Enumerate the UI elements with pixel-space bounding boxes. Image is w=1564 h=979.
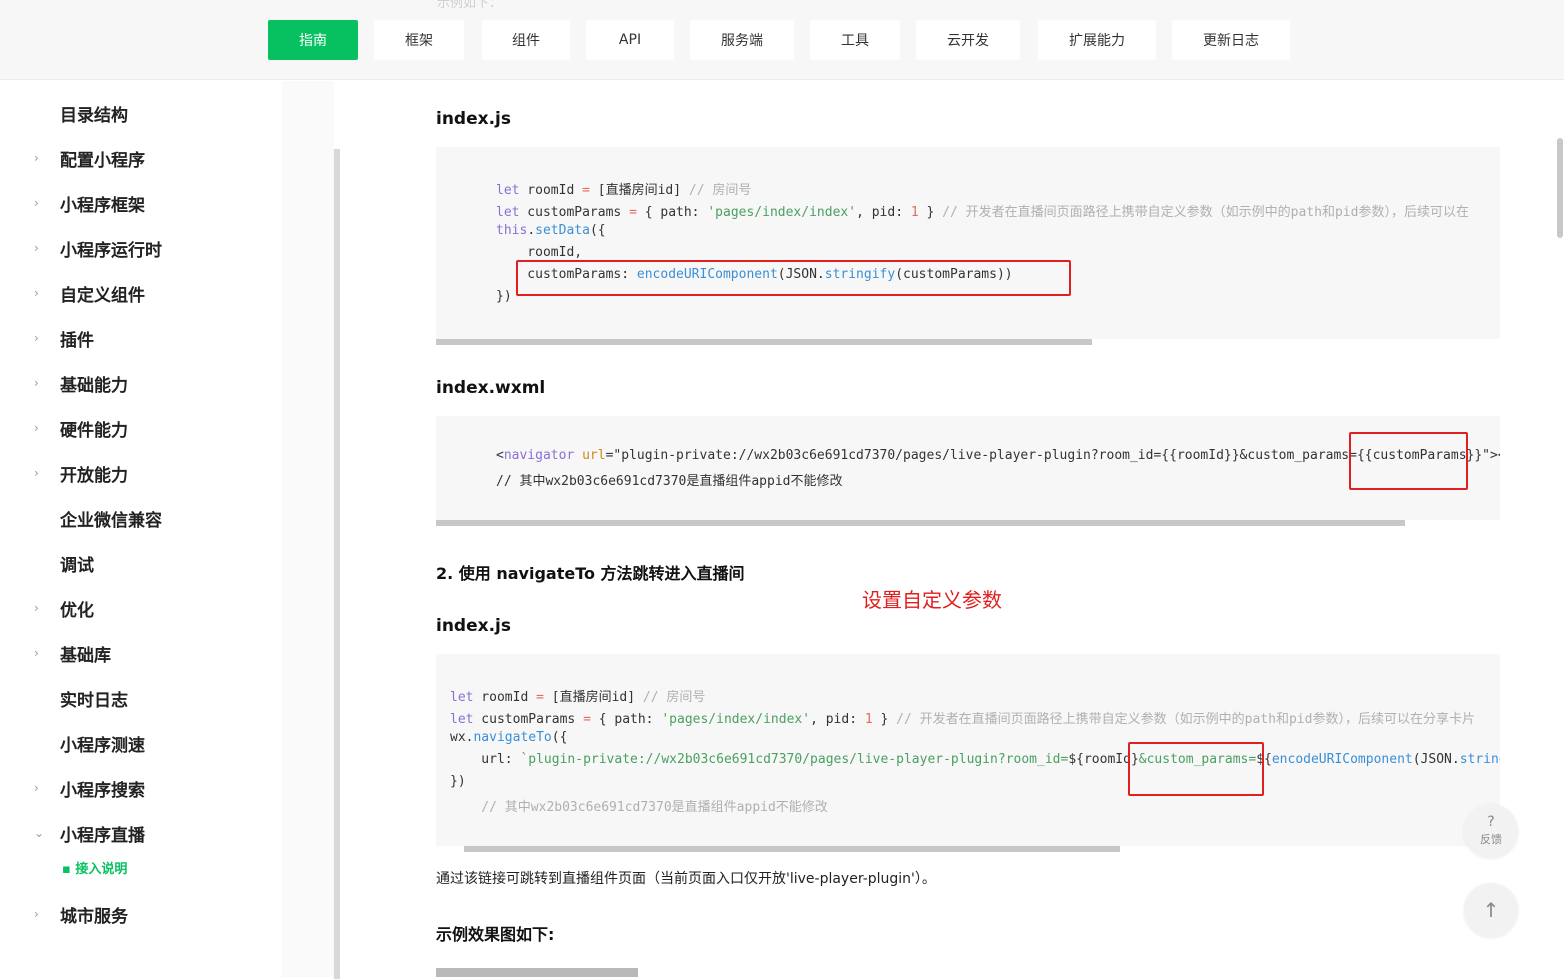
chevron-down-icon: ⌄	[34, 826, 45, 840]
chevron-right-icon: ›	[34, 376, 39, 390]
sidebar-item-label: 企业微信兼容	[60, 510, 162, 531]
annotation-text: 设置自定义参数	[862, 588, 1002, 612]
code-scrollbar-1[interactable]	[436, 339, 1092, 345]
code-line: let roomId = [直播房间id] // 房间号	[496, 183, 752, 198]
code-block-wxml: <navigator url="plugin-private://wx2b03c…	[436, 416, 1500, 520]
page-scrollbar[interactable]	[1557, 138, 1563, 238]
highlight-box	[1349, 432, 1468, 490]
tab-cloud[interactable]: 云开发	[916, 20, 1020, 60]
highlight-box	[1128, 742, 1264, 796]
sidebar-item-label: 小程序运行时	[60, 240, 162, 261]
sidebar-item-hardware[interactable]: › 硬件能力	[0, 413, 282, 443]
ghost-text: 示例如下：	[437, 0, 503, 11]
code-block-js-2: let roomId = [直播房间id] // 房间号 let customP…	[436, 654, 1500, 846]
example-image	[436, 968, 638, 977]
sidebar-subitem-access[interactable]: ▪ 接入说明	[62, 858, 127, 877]
sidebar-item-optimize[interactable]: › 优化	[0, 593, 282, 623]
code-line: url: `plugin-private://wx2b03c6e691cd737…	[450, 752, 1500, 767]
chevron-right-icon: ›	[34, 331, 39, 345]
code-line: })	[496, 289, 512, 304]
sidebar-item-label: 插件	[60, 330, 94, 351]
code-scrollbar-2[interactable]	[436, 520, 1405, 526]
sidebar-item-plugins[interactable]: › 插件	[0, 323, 282, 353]
heading-index-wxml: index.wxml	[436, 378, 546, 398]
code-line: let customParams = { path: 'pages/index/…	[450, 712, 1475, 727]
back-to-top-button[interactable]: ↑	[1464, 883, 1518, 937]
sidebar-item-label: 小程序框架	[60, 195, 145, 216]
chevron-right-icon: ›	[34, 907, 39, 921]
code-line: this.setData({	[496, 223, 606, 238]
code-line: // 其中wx2b03c6e691cd7370是直播组件appid不能修改	[450, 800, 828, 815]
sidebar-item-debug[interactable]: 调试	[0, 548, 282, 578]
sidebar-item-open[interactable]: › 开放能力	[0, 458, 282, 488]
code-line: })	[450, 774, 466, 789]
tab-tools[interactable]: 工具	[810, 20, 900, 60]
code-line: let customParams = { path: 'pages/index/…	[496, 205, 1469, 220]
help-icon: ?	[1487, 814, 1495, 830]
sidebar-shade	[282, 81, 334, 977]
chevron-right-icon: ›	[34, 151, 39, 165]
sidebar-item-custom-components[interactable]: › 自定义组件	[0, 278, 282, 308]
sidebar-item-label: 硬件能力	[60, 420, 128, 441]
tab-server[interactable]: 服务端	[690, 20, 794, 60]
sidebar-item-framework[interactable]: › 小程序框架	[0, 188, 282, 218]
chevron-right-icon: ›	[34, 601, 39, 615]
chevron-right-icon: ›	[34, 286, 39, 300]
tab-extensions[interactable]: 扩展能力	[1038, 20, 1156, 60]
chevron-right-icon: ›	[34, 646, 39, 660]
sidebar-item-label: 自定义组件	[60, 285, 145, 306]
tab-changelog[interactable]: 更新日志	[1172, 20, 1290, 60]
tab-framework[interactable]: 框架	[374, 20, 464, 60]
sidebar-item-wecom[interactable]: 企业微信兼容	[0, 503, 282, 533]
heading-index-js-2: index.js	[436, 616, 511, 636]
feedback-button[interactable]: ? 反馈	[1464, 804, 1518, 858]
sidebar-item-basic[interactable]: › 基础能力	[0, 368, 282, 398]
code-line: // 其中wx2b03c6e691cd7370是直播组件appid不能修改	[496, 474, 843, 489]
chevron-right-icon: ›	[34, 241, 39, 255]
code-scrollbar-3[interactable]	[464, 846, 1120, 852]
sidebar-item-realtime-log[interactable]: 实时日志	[0, 683, 282, 713]
code-line: roomId,	[496, 245, 583, 260]
arrow-up-icon: ↑	[1482, 898, 1500, 922]
main-content: index.js let roomId = [直播房间id] // 房间号 le…	[340, 81, 1564, 977]
sidebar-item-label: 优化	[60, 600, 94, 621]
chevron-right-icon: ›	[34, 466, 39, 480]
sidebar-item-lib[interactable]: › 基础库	[0, 638, 282, 668]
tab-components[interactable]: 组件	[482, 20, 570, 60]
heading-navigate: 2. 使用 navigateTo 方法跳转进入直播间	[436, 564, 745, 583]
sidebar-item-city[interactable]: › 城市服务	[0, 899, 282, 929]
sidebar-item-directory[interactable]: 目录结构	[0, 98, 282, 128]
sidebar-item-config[interactable]: › 配置小程序	[0, 143, 282, 173]
sidebar-item-label: 实时日志	[60, 690, 128, 711]
sidebar-item-label: 目录结构	[60, 105, 128, 126]
tab-guide[interactable]: 指南	[268, 20, 358, 60]
sidebar-item-label: 基础库	[60, 645, 111, 666]
description-text: 通过该链接可跳转到直播组件页面（当前页面入口仅开放'live-player-pl…	[436, 871, 936, 887]
sidebar-item-label: 配置小程序	[60, 150, 145, 171]
sidebar: 目录结构 › 配置小程序 › 小程序框架 › 小程序运行时 › 自定义组件 › …	[0, 81, 340, 979]
heading-index-js: index.js	[436, 109, 511, 129]
sidebar-item-runtime[interactable]: › 小程序运行时	[0, 233, 282, 263]
heading-example: 示例效果图如下:	[436, 925, 555, 944]
sidebar-item-live[interactable]: ⌄ 小程序直播	[0, 818, 282, 848]
chevron-right-icon: ›	[34, 421, 39, 435]
sidebar-item-label: 调试	[60, 555, 94, 576]
chevron-right-icon: ›	[34, 196, 39, 210]
code-line: let roomId = [直播房间id] // 房间号	[450, 690, 706, 705]
top-nav: 示例如下： 指南 框架 组件 API 服务端 工具 云开发 扩展能力 更新日志	[0, 0, 1564, 80]
sidebar-item-speed[interactable]: 小程序测速	[0, 728, 282, 758]
sidebar-item-label: 小程序测速	[60, 735, 145, 756]
chevron-right-icon: ›	[34, 781, 39, 795]
tab-api[interactable]: API	[586, 20, 674, 60]
code-line: wx.navigateTo({	[450, 730, 568, 745]
sidebar-item-label: 开放能力	[60, 465, 128, 486]
highlight-box	[516, 260, 1071, 296]
feedback-label: 反馈	[1480, 833, 1502, 846]
sidebar-item-label: 城市服务	[60, 906, 128, 927]
sidebar-item-search[interactable]: › 小程序搜索	[0, 773, 282, 803]
sidebar-item-label: 小程序搜索	[60, 780, 145, 801]
sidebar-item-label: 基础能力	[60, 375, 128, 396]
code-block-js-1: let roomId = [直播房间id] // 房间号 let customP…	[436, 147, 1500, 339]
sidebar-item-label: 小程序直播	[60, 825, 145, 846]
